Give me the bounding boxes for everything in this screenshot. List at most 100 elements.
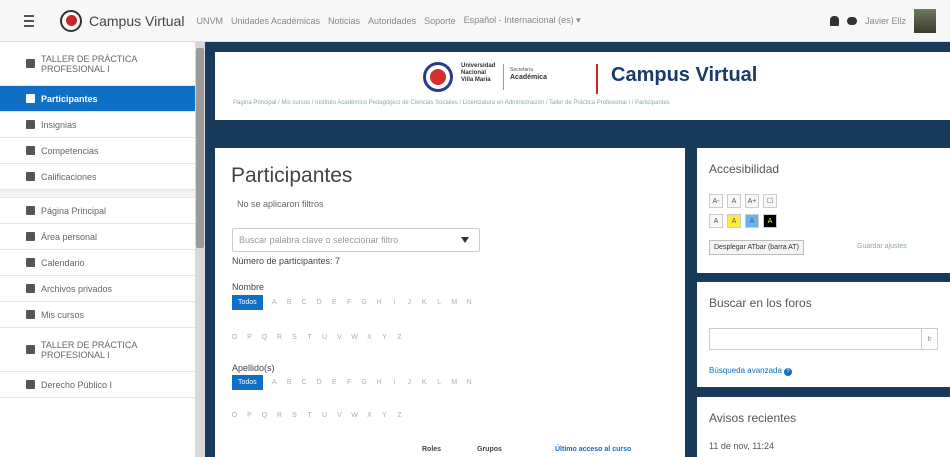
color-blue-button[interactable]: A — [745, 214, 759, 228]
drawer-item-participantes[interactable]: Participantes — [0, 86, 195, 112]
name-letter[interactable]: M — [447, 299, 462, 306]
name-letter[interactable]: B — [282, 299, 297, 306]
advanced-search-link[interactable]: Búsqueda avanzada? — [709, 366, 792, 376]
color-default-button[interactable]: A — [709, 214, 723, 228]
color-black-button[interactable]: A — [763, 214, 777, 228]
name-letter[interactable]: W — [347, 334, 362, 341]
name-letter[interactable]: N — [462, 299, 477, 306]
surname-letter[interactable]: U — [317, 412, 332, 419]
name-letter[interactable]: I — [387, 299, 402, 306]
surname-letter[interactable]: C — [297, 379, 312, 386]
name-letter[interactable]: X — [362, 334, 377, 341]
scrollbar-thumb[interactable] — [196, 48, 204, 248]
surname-letter[interactable]: T — [302, 412, 317, 419]
text-larger-button[interactable]: A+ — [745, 194, 759, 208]
atbar-save-link[interactable]: Guardar ajustes — [857, 243, 907, 250]
name-letter[interactable]: R — [272, 334, 287, 341]
surname-all-button[interactable]: Todos — [232, 375, 263, 390]
surname-letter[interactable]: R — [272, 412, 287, 419]
messages-icon[interactable] — [846, 17, 857, 25]
drawer-item-competencias[interactable]: Competencias — [0, 138, 195, 164]
name-letter[interactable]: E — [327, 299, 342, 306]
user-name[interactable]: Javier Eliz — [865, 16, 906, 26]
surname-letter[interactable]: X — [362, 412, 377, 419]
name-letter[interactable]: P — [242, 334, 257, 341]
graduation-cap-icon — [26, 310, 35, 319]
nav-link-autoridades[interactable]: Autoridades — [368, 16, 416, 26]
surname-letter[interactable]: P — [242, 412, 257, 419]
nav-link-noticias[interactable]: Noticias — [328, 16, 360, 26]
surname-letter[interactable]: V — [332, 412, 347, 419]
drawer-item-derecho[interactable]: Derecho Público I — [0, 372, 195, 398]
surname-letter[interactable]: A — [267, 379, 282, 386]
nav-link-unvm[interactable]: UNVM — [196, 16, 223, 26]
surname-letter[interactable]: N — [462, 379, 477, 386]
surname-letter[interactable]: F — [342, 379, 357, 386]
drawer-item-dashboard[interactable]: Área personal — [0, 224, 195, 250]
search-go-button[interactable]: Ir — [921, 329, 937, 349]
name-letter[interactable]: U — [317, 334, 332, 341]
help-icon[interactable]: ? — [783, 368, 792, 376]
name-letter[interactable]: Q — [257, 334, 272, 341]
surname-letter[interactable]: Z — [392, 412, 407, 419]
atbar-button[interactable]: Desplegar ATbar (barra AT) — [709, 240, 804, 255]
name-letter[interactable]: K — [417, 299, 432, 306]
column-last-access[interactable]: Último acceso al curso — [555, 446, 631, 453]
notifications-icon[interactable] — [829, 16, 839, 26]
drawer-item-insignias[interactable]: Insignias — [0, 112, 195, 138]
surname-letter[interactable]: Q — [257, 412, 272, 419]
surname-letter[interactable]: L — [432, 379, 447, 386]
surname-letter[interactable]: K — [417, 379, 432, 386]
brand[interactable]: Campus Virtual — [60, 9, 184, 32]
text-reset-button[interactable]: A — [727, 194, 741, 208]
avatar[interactable] — [914, 9, 936, 33]
surname-letter[interactable]: O — [227, 412, 242, 419]
drawer-item-home[interactable]: Página Principal — [0, 198, 195, 224]
drawer-item-calificaciones[interactable]: Calificaciones — [0, 164, 195, 190]
drawer-scrollbar[interactable] — [195, 42, 205, 457]
name-letter[interactable]: T — [302, 334, 317, 341]
breadcrumb[interactable]: Página Principal / Mis cursos / Institut… — [233, 100, 670, 106]
column-roles[interactable]: Roles — [422, 446, 441, 453]
surname-letter[interactable]: B — [282, 379, 297, 386]
surname-letter[interactable]: W — [347, 412, 362, 419]
filter-select[interactable]: Buscar palabra clave o seleccionar filtr… — [232, 228, 480, 252]
name-letter[interactable]: J — [402, 299, 417, 306]
text-smaller-button[interactable]: A- — [709, 194, 723, 208]
color-yellow-button[interactable]: A — [727, 214, 741, 228]
drawer-item-course-2[interactable]: TALLER DE PRÁCTICA PROFESIONAL I — [0, 328, 195, 372]
drawer-item-my-courses[interactable]: Mis cursos — [0, 302, 195, 328]
surname-letter[interactable]: M — [447, 379, 462, 386]
surname-letter[interactable]: G — [357, 379, 372, 386]
name-letter[interactable]: O — [227, 334, 242, 341]
surname-letter[interactable]: Y — [377, 412, 392, 419]
name-letter[interactable]: V — [332, 334, 347, 341]
drawer-item-private-files[interactable]: Archivos privados — [0, 276, 195, 302]
name-letter[interactable]: C — [297, 299, 312, 306]
surname-letter[interactable]: E — [327, 379, 342, 386]
name-letter[interactable]: G — [357, 299, 372, 306]
nav-link-soporte[interactable]: Soporte — [424, 16, 456, 26]
name-all-button[interactable]: Todos — [232, 295, 263, 310]
surname-letter[interactable]: I — [387, 379, 402, 386]
name-letter[interactable]: Y — [377, 334, 392, 341]
name-letter[interactable]: S — [287, 334, 302, 341]
name-letter[interactable]: Z — [392, 334, 407, 341]
name-letter[interactable]: A — [267, 299, 282, 306]
forum-search-input[interactable]: Ir — [709, 328, 938, 350]
surname-letter[interactable]: H — [372, 379, 387, 386]
drawer-item-course[interactable]: TALLER DE PRÁCTICA PROFESIONAL I — [0, 42, 195, 86]
language-menu[interactable]: Español - Internacional (es) ▾ — [464, 15, 581, 26]
surname-letter[interactable]: D — [312, 379, 327, 386]
name-letter[interactable]: D — [312, 299, 327, 306]
name-letter[interactable]: F — [342, 299, 357, 306]
nav-link-unidades[interactable]: Unidades Académicas — [231, 16, 320, 26]
save-settings-icon[interactable]: ☐ — [763, 194, 777, 208]
surname-letter[interactable]: J — [402, 379, 417, 386]
name-letter[interactable]: H — [372, 299, 387, 306]
surname-letter[interactable]: S — [287, 412, 302, 419]
column-groups[interactable]: Grupos — [477, 446, 502, 453]
name-letter[interactable]: L — [432, 299, 447, 306]
menu-toggle-icon[interactable] — [14, 7, 44, 35]
drawer-item-calendar[interactable]: Calendario — [0, 250, 195, 276]
